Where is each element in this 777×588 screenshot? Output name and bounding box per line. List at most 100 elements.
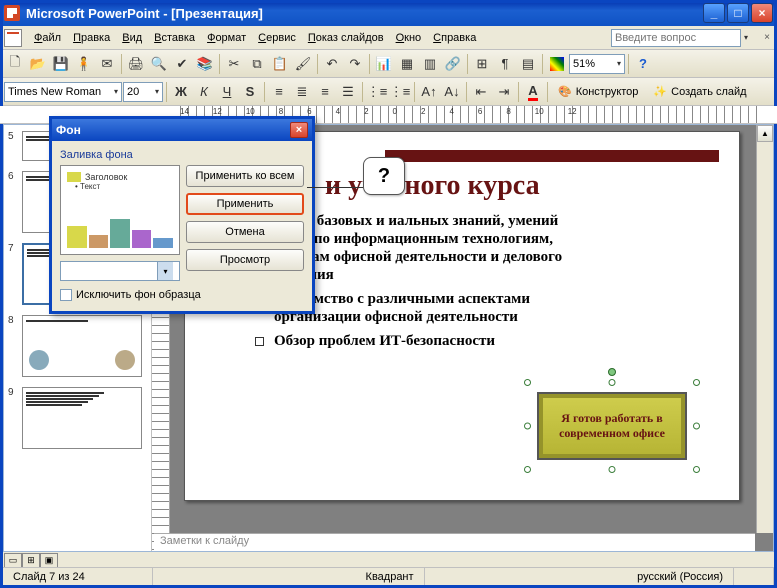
cancel-button[interactable]: Отмена — [186, 221, 304, 243]
underline-button[interactable]: Ч — [216, 81, 238, 103]
new-button[interactable]: 🗋 — [4, 53, 26, 75]
doc-close-button[interactable]: × — [759, 31, 775, 45]
preview-button[interactable]: 🔍 — [148, 53, 170, 75]
show-formatting-button[interactable]: ¶ — [494, 53, 516, 75]
align-right-button[interactable]: ≡ — [314, 81, 336, 103]
bullets-button[interactable]: ⋮≡ — [389, 81, 411, 103]
close-button[interactable]: × — [751, 3, 773, 23]
resize-handle[interactable] — [524, 466, 531, 473]
cut-button[interactable]: ✂ — [223, 53, 245, 75]
research-button[interactable]: 📚 — [194, 53, 216, 75]
background-preview: Заголовок • Текст — [60, 165, 180, 255]
question-mark-icon: ? — [363, 157, 405, 195]
thumb-number: 9 — [8, 387, 18, 398]
paste-button[interactable]: 📋 — [269, 53, 291, 75]
fontsize-combo[interactable]: 20▾ — [123, 82, 163, 102]
fill-color-combo[interactable]: ▾ — [60, 261, 180, 281]
ask-question-input[interactable] — [611, 29, 741, 47]
expand-button[interactable]: ⊞ — [471, 53, 493, 75]
table-button[interactable]: ▦ — [396, 53, 418, 75]
redo-button[interactable]: ↷ — [344, 53, 366, 75]
dialog-titlebar[interactable]: Фон × — [52, 119, 312, 141]
callout-shape[interactable]: Я готов работать в современном офисе — [527, 382, 697, 470]
save-button[interactable]: 💾 — [50, 53, 72, 75]
spell-button[interactable]: ✔ — [171, 53, 193, 75]
undo-button[interactable]: ↶ — [321, 53, 343, 75]
apply-button[interactable]: Применить — [186, 193, 304, 215]
minimize-button[interactable]: _ — [703, 3, 725, 23]
grid-button[interactable]: ▤ — [517, 53, 539, 75]
preview-button[interactable]: Просмотр — [186, 249, 304, 271]
menu-bar: Файл Правка Вид Вставка Формат Сервис По… — [0, 26, 777, 50]
help-button[interactable]: ? — [632, 53, 654, 75]
align-left-button[interactable]: ≡ — [268, 81, 290, 103]
email-button[interactable]: ✉ — [96, 53, 118, 75]
dialog-close-button[interactable]: × — [290, 122, 308, 138]
chart-button[interactable]: 📊 — [373, 53, 395, 75]
rotation-handle[interactable] — [608, 368, 616, 376]
increase-font-button[interactable]: A↑ — [418, 81, 440, 103]
ruler-numbers: 1412108642024681012 — [180, 107, 577, 116]
permission-button[interactable]: 🧍 — [73, 53, 95, 75]
design-button[interactable]: 🎨 Конструктор — [551, 81, 645, 103]
slideshow-view-button[interactable]: ▣ — [40, 553, 58, 568]
resize-handle[interactable] — [609, 466, 616, 473]
align-center-button[interactable]: ≣ — [291, 81, 313, 103]
resize-handle[interactable] — [693, 379, 700, 386]
print-button[interactable]: 🖨 — [125, 53, 147, 75]
menu-file[interactable]: Файл — [28, 29, 67, 47]
exclude-master-checkbox[interactable] — [60, 289, 72, 301]
bullet-text: чение базовых и иальных знаний, умений и… — [274, 212, 564, 284]
decrease-indent-button[interactable]: ⇤ — [470, 81, 492, 103]
font-combo[interactable]: Times New Roman▾ — [4, 82, 122, 102]
background-dialog: Фон × Заливка фона Заголовок • Текст — [49, 116, 315, 314]
slide-thumbnail[interactable] — [22, 387, 142, 449]
open-button[interactable]: 📂 — [27, 53, 49, 75]
menu-window[interactable]: Окно — [390, 29, 428, 47]
sorter-view-button[interactable]: ⊞ — [22, 553, 40, 568]
bold-button[interactable]: Ж — [170, 81, 192, 103]
menu-help[interactable]: Справка — [427, 29, 482, 47]
format-painter-button[interactable]: 🖌 — [292, 53, 314, 75]
scroll-up-button[interactable]: ▲ — [757, 125, 773, 142]
formatting-toolbar: Times New Roman▾ 20▾ Ж К Ч S ≡ ≣ ≡ ☰ ⋮≡ … — [0, 78, 777, 106]
menu-slideshow[interactable]: Показ слайдов — [302, 29, 390, 47]
menu-edit[interactable]: Правка — [67, 29, 116, 47]
tables-borders-button[interactable]: ▥ — [419, 53, 441, 75]
menu-format[interactable]: Формат — [201, 29, 252, 47]
menu-tools[interactable]: Сервис — [252, 29, 302, 47]
font-color-button[interactable]: A — [522, 81, 544, 103]
slide-decoration-bar — [385, 150, 719, 162]
maximize-button[interactable]: □ — [727, 3, 749, 23]
status-language[interactable]: русский (Россия) — [627, 568, 734, 585]
hyperlink-button[interactable]: 🔗 — [442, 53, 464, 75]
increase-indent-button[interactable]: ⇥ — [493, 81, 515, 103]
decrease-font-button[interactable]: A↓ — [441, 81, 463, 103]
resize-handle[interactable] — [524, 379, 531, 386]
menu-insert[interactable]: Вставка — [148, 29, 201, 47]
menu-view[interactable]: Вид — [116, 29, 148, 47]
dialog-title-text: Фон — [56, 123, 81, 137]
apply-all-button[interactable]: Применить ко всем — [186, 165, 304, 187]
slide-thumbnail[interactable] — [22, 315, 142, 377]
vertical-scrollbar[interactable]: ▲ — [756, 125, 773, 533]
resize-handle[interactable] — [693, 466, 700, 473]
normal-view-button[interactable]: ▭ — [4, 553, 22, 568]
distributed-button[interactable]: ☰ — [337, 81, 359, 103]
resize-handle[interactable] — [693, 423, 700, 430]
color-button[interactable] — [546, 53, 568, 75]
window-title: Microsoft PowerPoint - [Презентация] — [26, 6, 263, 21]
status-slide: Слайд 7 из 24 — [3, 568, 153, 585]
standard-toolbar: 🗋 📂 💾 🧍 ✉ 🖨 🔍 ✔ 📚 ✂ ⧉ 📋 🖌 ↶ ↷ 📊 ▦ ▥ 🔗 ⊞ … — [0, 50, 777, 78]
resize-handle[interactable] — [609, 379, 616, 386]
italic-button[interactable]: К — [193, 81, 215, 103]
new-slide-button[interactable]: ✨ Создать слайд — [646, 81, 753, 103]
shadow-button[interactable]: S — [239, 81, 261, 103]
slide-body[interactable]: чение базовых и иальных знаний, умений и… — [255, 212, 719, 350]
notes-pane[interactable]: Заметки к слайду — [154, 533, 755, 551]
copy-button[interactable]: ⧉ — [246, 53, 268, 75]
resize-handle[interactable] — [524, 423, 531, 430]
thumb-number: 5 — [8, 131, 18, 142]
zoom-combo[interactable]: 51%▾ — [569, 54, 625, 74]
numbering-button[interactable]: ⋮≡ — [366, 81, 388, 103]
